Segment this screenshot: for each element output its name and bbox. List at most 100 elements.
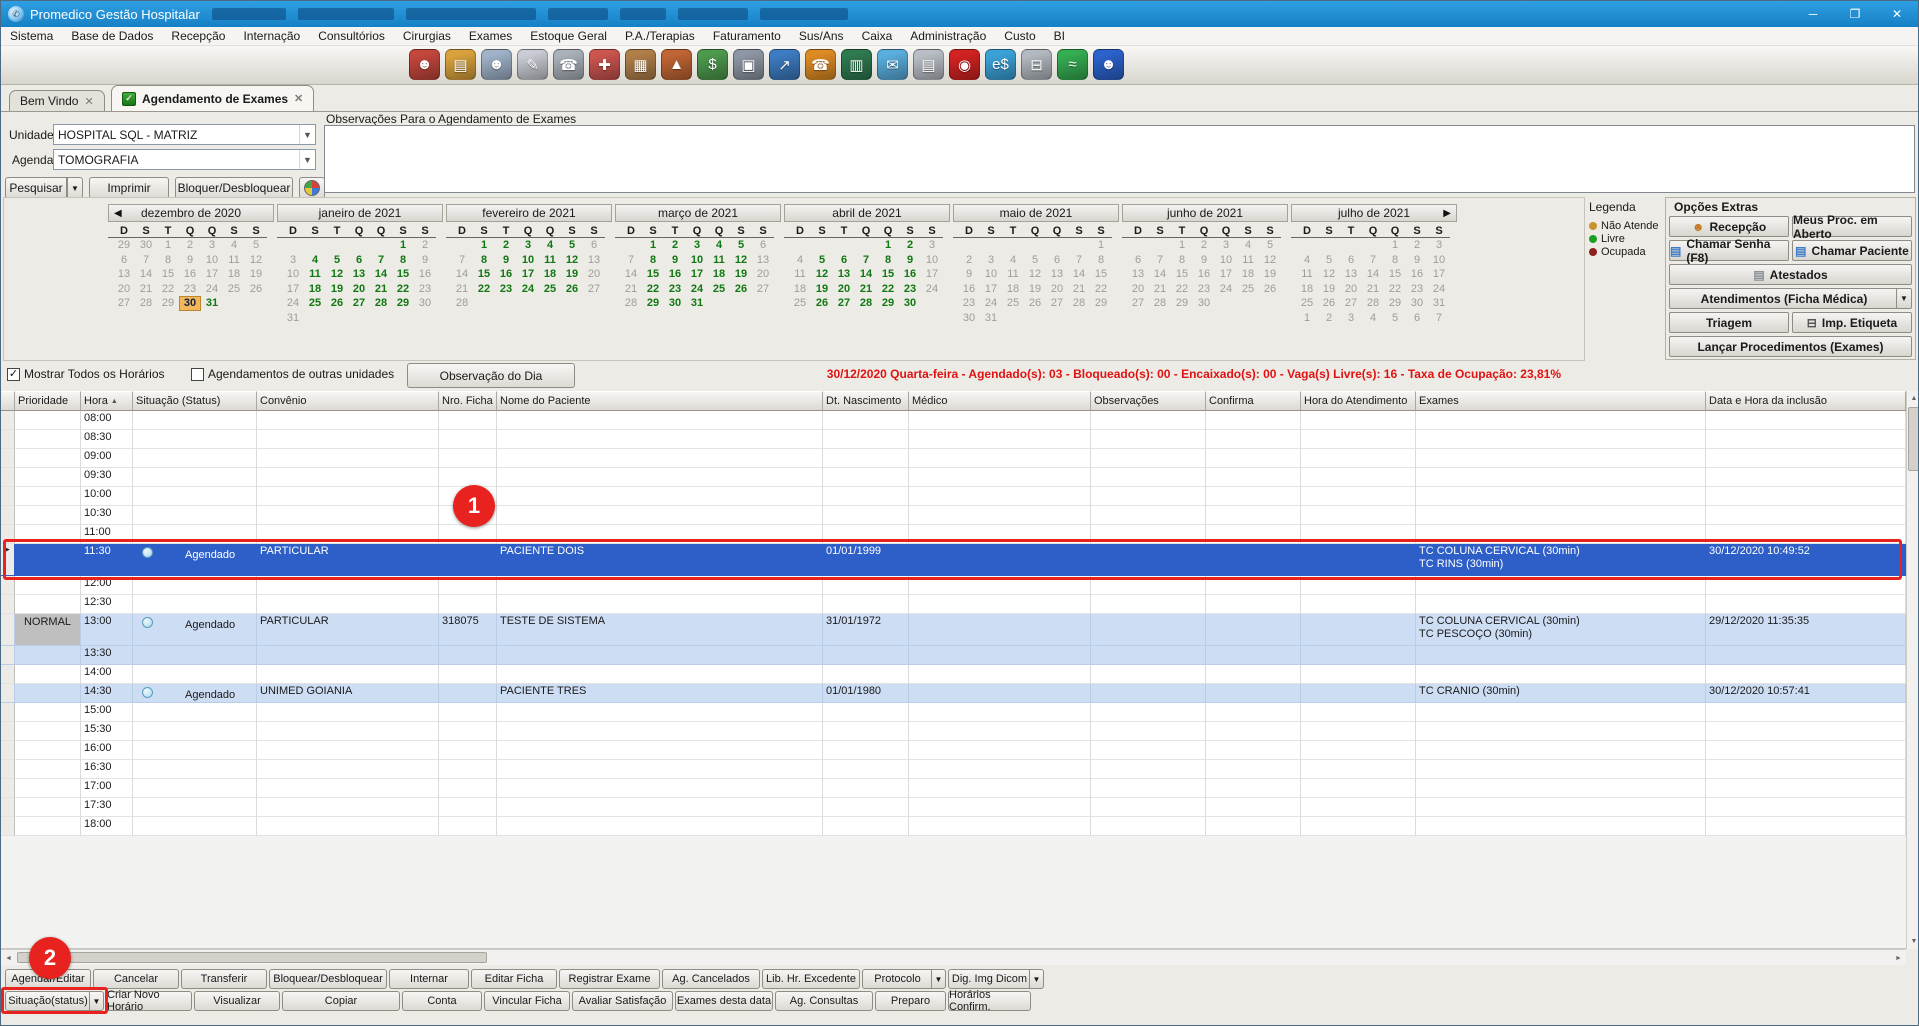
menu-susans[interactable]: Sus/Ans xyxy=(790,29,853,43)
day-cell[interactable]: 1 xyxy=(1171,238,1193,253)
avaliar-satisfacao-button[interactable]: Avaliar Satisfação xyxy=(572,991,673,1011)
day-cell[interactable]: 18 xyxy=(1237,267,1259,282)
day-cell[interactable]: 27 xyxy=(583,282,605,297)
menu-estoque-geral[interactable]: Estoque Geral xyxy=(521,29,616,43)
day-cell[interactable]: 18 xyxy=(789,282,811,297)
day-cell[interactable]: 16 xyxy=(899,267,921,282)
menu-cirurgias[interactable]: Cirurgias xyxy=(394,29,460,43)
day-cell[interactable]: 11 xyxy=(539,253,561,268)
day-cell[interactable]: 3 xyxy=(1428,238,1450,253)
column-header-nro-ficha[interactable]: Nro. Ficha xyxy=(439,391,497,411)
day-cell[interactable]: 10 xyxy=(517,253,539,268)
day-cell[interactable]: 1 xyxy=(1296,311,1318,326)
day-cell[interactable]: 11 xyxy=(304,267,326,282)
day-cell[interactable]: 21 xyxy=(451,282,473,297)
day-cell[interactable]: 6 xyxy=(833,253,855,268)
column-header-confirma[interactable]: Confirma xyxy=(1206,391,1301,411)
day-cell[interactable]: 22 xyxy=(1171,282,1193,297)
stats-icon[interactable]: ≈ xyxy=(1057,49,1088,80)
user-icon[interactable]: ☻ xyxy=(1093,49,1124,80)
day-cell[interactable]: 28 xyxy=(370,296,392,311)
day-cell[interactable]: 14 xyxy=(370,267,392,282)
pesquisar-button[interactable]: Pesquisar xyxy=(5,177,67,199)
day-cell[interactable]: 10 xyxy=(980,267,1002,282)
day-cell[interactable]: 10 xyxy=(282,267,304,282)
protocolo-button[interactable]: Protocolo xyxy=(862,969,933,989)
day-cell[interactable]: 16 xyxy=(664,267,686,282)
day-cell[interactable]: 22 xyxy=(1090,282,1112,297)
imprimir-button[interactable]: Imprimir xyxy=(89,177,169,199)
day-cell[interactable]: 26 xyxy=(561,282,583,297)
column-header-data-e-hora-da-inclusao[interactable]: Data e Hora da inclusão xyxy=(1706,391,1906,411)
day-cell[interactable]: 8 xyxy=(1384,253,1406,268)
day-cell[interactable]: 23 xyxy=(495,282,517,297)
observacoes-textarea[interactable] xyxy=(324,125,1915,193)
empty-slot-row-1730[interactable]: 17:30 xyxy=(1,798,1906,817)
empty-slot-row-1800[interactable]: 18:00 xyxy=(1,817,1906,836)
atendimentos-dropdown[interactable]: ▼ xyxy=(1896,288,1912,309)
day-cell[interactable]: 2 xyxy=(1193,238,1215,253)
day-cell[interactable]: 15 xyxy=(392,267,414,282)
day-cell[interactable]: 15 xyxy=(473,267,495,282)
day-cell[interactable]: 10 xyxy=(921,253,943,268)
day-cell[interactable]: 21 xyxy=(855,282,877,297)
day-cell[interactable]: 26 xyxy=(1318,296,1340,311)
day-cell[interactable]: 24 xyxy=(517,282,539,297)
day-cell[interactable]: 25 xyxy=(1296,296,1318,311)
day-cell[interactable]: 21 xyxy=(135,282,157,297)
money-icon[interactable]: $ xyxy=(697,49,728,80)
day-cell[interactable]: 14 xyxy=(855,267,877,282)
day-cell[interactable]: 21 xyxy=(620,282,642,297)
day-cell[interactable]: 1 xyxy=(473,238,495,253)
menu-caixa[interactable]: Caixa xyxy=(853,29,902,43)
day-cell[interactable]: 8 xyxy=(1171,253,1193,268)
day-cell[interactable]: 4 xyxy=(1237,238,1259,253)
cancelar-button[interactable]: Cancelar xyxy=(93,969,179,989)
day-cell[interactable]: 4 xyxy=(708,238,730,253)
day-cell[interactable]: 31 xyxy=(201,296,223,311)
day-cell[interactable]: 17 xyxy=(282,282,304,297)
patients-icon[interactable]: ☻ xyxy=(409,49,440,80)
day-cell[interactable]: 6 xyxy=(1127,253,1149,268)
day-cell[interactable]: 10 xyxy=(686,253,708,268)
day-cell[interactable]: 7 xyxy=(135,253,157,268)
lib-hr-excedente-button[interactable]: Lib. Hr. Excedente xyxy=(762,969,860,989)
day-cell[interactable]: 12 xyxy=(730,253,752,268)
day-cell[interactable]: 5 xyxy=(1259,238,1281,253)
registrar-exame-button[interactable]: Registrar Exame xyxy=(559,969,660,989)
day-cell[interactable]: 19 xyxy=(561,267,583,282)
scroll-left-icon[interactable]: ◄ xyxy=(1,950,16,966)
vincular-ficha-button[interactable]: Vincular Ficha xyxy=(484,991,570,1011)
day-cell[interactable]: 2 xyxy=(495,238,517,253)
day-cell[interactable]: 6 xyxy=(113,253,135,268)
day-cell[interactable]: 4 xyxy=(304,253,326,268)
day-cell[interactable]: 9 xyxy=(899,253,921,268)
column-header-dt-nascimento[interactable]: Dt. Nascimento xyxy=(823,391,909,411)
day-cell[interactable]: 18 xyxy=(1002,282,1024,297)
day-cell[interactable]: 18 xyxy=(223,267,245,282)
phone-book-icon[interactable]: ☎ xyxy=(805,49,836,80)
day-cell[interactable]: 17 xyxy=(686,267,708,282)
empty-slot-row-1330[interactable]: 13:30 xyxy=(1,646,1906,665)
day-cell[interactable]: 4 xyxy=(223,238,245,253)
day-cell[interactable]: 25 xyxy=(304,296,326,311)
column-header-hora-do-atendimento[interactable]: Hora do Atendimento xyxy=(1301,391,1416,411)
day-cell[interactable]: 28 xyxy=(135,296,157,311)
day-cell[interactable]: 2 xyxy=(1318,311,1340,326)
prescription-icon[interactable]: ✎ xyxy=(517,49,548,80)
day-cell[interactable]: 24 xyxy=(921,282,943,297)
day-cell[interactable]: 5 xyxy=(811,253,833,268)
day-cell[interactable]: 14 xyxy=(1068,267,1090,282)
day-cell[interactable]: 9 xyxy=(414,253,436,268)
menu-bi[interactable]: BI xyxy=(1045,29,1074,43)
day-cell[interactable]: 25 xyxy=(1237,282,1259,297)
day-cell[interactable]: 4 xyxy=(1002,253,1024,268)
day-cell[interactable]: 13 xyxy=(583,253,605,268)
day-cell[interactable]: 30 xyxy=(1406,296,1428,311)
day-cell[interactable]: 25 xyxy=(223,282,245,297)
conta-button[interactable]: Conta xyxy=(402,991,482,1011)
empty-slot-row-0930[interactable]: 09:30 xyxy=(1,468,1906,487)
column-header-prioridade[interactable]: Prioridade xyxy=(15,391,81,411)
day-cell[interactable]: 29 xyxy=(642,296,664,311)
day-cell[interactable]: 24 xyxy=(1215,282,1237,297)
